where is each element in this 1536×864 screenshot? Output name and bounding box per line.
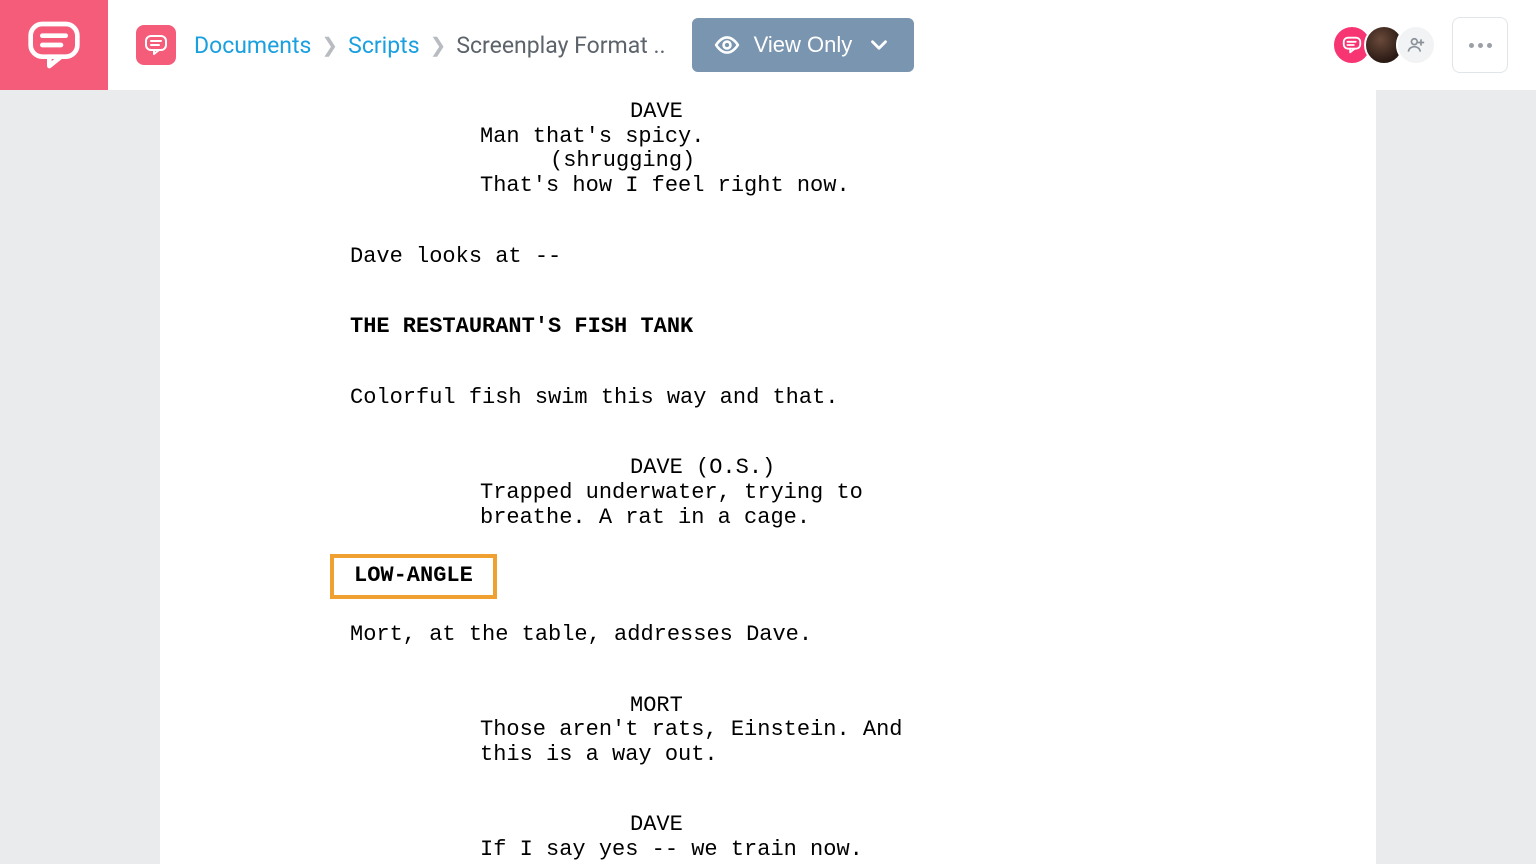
action-line: Colorful fish swim this way and that.: [350, 386, 1186, 411]
view-only-label: View Only: [754, 32, 853, 58]
character-cue: MORT: [350, 694, 1186, 719]
chat-icon: [1341, 34, 1363, 56]
dialogue-line: Man that's spicy.: [350, 125, 1186, 150]
chevron-right-icon: ❯: [321, 33, 338, 57]
project-icon[interactable]: [136, 25, 176, 65]
avatar-add-user[interactable]: [1396, 25, 1436, 65]
character-cue: DAVE: [350, 813, 1186, 838]
breadcrumb-current: Screenplay Format ..: [456, 32, 665, 59]
breadcrumb-documents[interactable]: Documents: [194, 32, 311, 59]
highlighted-heading-wrapper: LOW-ANGLE: [350, 554, 1186, 599]
dialogue-line: If I say yes -- we train now.: [350, 838, 1186, 863]
parenthetical: (shrugging): [350, 149, 1186, 174]
chat-icon: [144, 33, 168, 57]
action-line: Dave looks at --: [350, 245, 1186, 270]
app-logo[interactable]: [0, 0, 108, 90]
action-line: Mort, at the table, addresses Dave.: [350, 623, 1186, 648]
dialogue-line: Trapped underwater, trying to: [350, 481, 1186, 506]
dialogue-line: Those aren't rats, Einstein. And: [350, 718, 1186, 743]
scene-heading: THE RESTAURANT'S FISH TANK: [350, 315, 1186, 340]
chevron-right-icon: ❯: [430, 33, 447, 57]
breadcrumb: Documents ❯ Scripts ❯ Screenplay Format …: [194, 32, 666, 59]
add-user-icon: [1406, 35, 1426, 55]
chevron-down-icon: [866, 32, 892, 58]
eye-icon: [714, 32, 740, 58]
dialogue-line: this is a way out.: [350, 743, 1186, 768]
dialogue-line: That's how I feel right now.: [350, 174, 1186, 199]
dialogue-line: breathe. A rat in a cage.: [350, 506, 1186, 531]
dots-horizontal-icon: [1469, 43, 1492, 48]
view-only-button[interactable]: View Only: [692, 18, 915, 72]
logo-chat-icon: [26, 17, 82, 73]
more-options-button[interactable]: [1452, 17, 1508, 73]
highlighted-scene-heading: LOW-ANGLE: [330, 554, 497, 599]
script-page: DAVE Man that's spicy. (shrugging) That'…: [160, 90, 1376, 864]
breadcrumb-scripts[interactable]: Scripts: [348, 32, 419, 59]
page-viewport: DAVE Man that's spicy. (shrugging) That'…: [0, 90, 1536, 864]
top-header: Documents ❯ Scripts ❯ Screenplay Format …: [0, 0, 1536, 90]
header-main: Documents ❯ Scripts ❯ Screenplay Format …: [108, 18, 1332, 72]
avatar-stack: [1332, 25, 1436, 65]
header-right: [1332, 17, 1536, 73]
character-cue: DAVE: [350, 100, 1186, 125]
character-cue: DAVE (O.S.): [350, 456, 1186, 481]
